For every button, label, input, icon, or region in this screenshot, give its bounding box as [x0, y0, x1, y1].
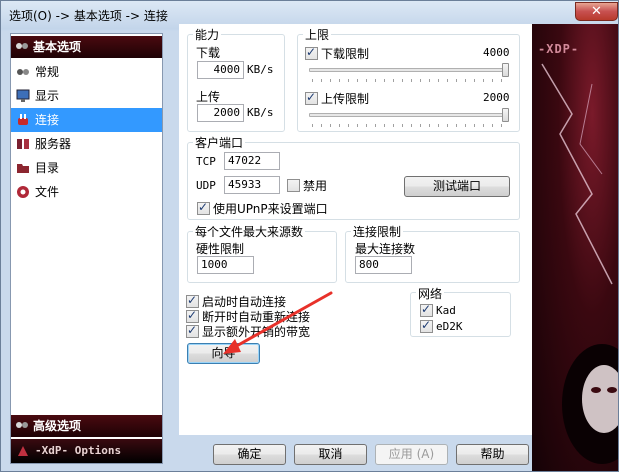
upnp-label: 使用UPnP来设置端口: [213, 202, 328, 216]
options-window: 选项(O) -> 基本选项 -> 连接 ✕ 基本选项 常规 显示 连接 服务器 …: [0, 0, 619, 472]
show-overhead-label: 显示额外开销的带宽: [202, 325, 311, 339]
sidebar-item-label: 文件: [35, 185, 60, 199]
tcp-label: TCP: [196, 155, 216, 168]
sidebar-item-file[interactable]: 文件: [11, 180, 162, 204]
upload-limit-value: 2000: [483, 91, 510, 104]
file-icon: [17, 186, 29, 198]
kad-label: Kad: [436, 304, 456, 317]
download-limit-slider-thumb[interactable]: [502, 63, 509, 77]
wizard-button[interactable]: 向导: [187, 343, 260, 364]
cancel-button[interactable]: 取消: [294, 444, 367, 465]
sidebar-item-directory[interactable]: 目录: [11, 156, 162, 180]
limits-title: 上限: [303, 26, 332, 43]
autoconnect-checkbox[interactable]: [186, 293, 199, 308]
xdp-brand-text: -XDP-: [538, 42, 580, 56]
download-limit-label: 下载限制: [321, 47, 370, 61]
ed2k-checkbox[interactable]: [420, 318, 433, 333]
upload-limit-ticks: [312, 124, 507, 127]
sidebar-item-label: 服务器: [35, 137, 72, 151]
upload-limit-slider[interactable]: [309, 113, 509, 117]
basic-options-label: 基本选项: [33, 40, 82, 54]
disable-udp-checkbox[interactable]: [287, 179, 300, 192]
lightning-face-illustration: [541, 63, 618, 464]
download-label: 下载: [196, 46, 221, 60]
advanced-options-label: 高级选项: [33, 419, 82, 433]
sidebar-item-label: 显示: [35, 89, 60, 103]
sidebar-item-display[interactable]: 显示: [11, 84, 162, 108]
basic-options-header[interactable]: 基本选项: [11, 36, 162, 58]
client-port-title: 客户端口: [193, 134, 246, 151]
download-limit-checkbox[interactable]: [305, 45, 318, 60]
sidebar-item-label: 连接: [35, 113, 60, 127]
connection-limit-title: 连接限制: [351, 223, 404, 240]
kad-checkbox[interactable]: [420, 302, 433, 317]
sidebar-item-connection[interactable]: 连接: [11, 108, 162, 132]
tcp-port-field[interactable]: 47022: [224, 152, 280, 170]
ed2k-label: eD2K: [436, 320, 463, 333]
sidebar-item-label: 常规: [35, 65, 60, 79]
max-connections-label: 最大连接数: [355, 242, 416, 256]
options-tree: 基本选项 常规 显示 连接 服务器 目录 文件 高级选项 -XdP- Optio…: [10, 33, 163, 464]
apply-button[interactable]: 应用 (A): [375, 444, 448, 465]
folder-icon: [17, 164, 29, 173]
sidebar-item-general[interactable]: 常规: [11, 60, 162, 84]
download-capacity-field[interactable]: 4000: [197, 61, 244, 79]
connection-icon: [18, 114, 28, 125]
network-title: 网络: [416, 285, 445, 302]
server-icon: [17, 139, 29, 149]
upload-limit-label: 上传限制: [321, 92, 370, 106]
xdp-options-item[interactable]: -XdP- Options: [11, 439, 162, 463]
max-connections-field[interactable]: 800: [355, 256, 412, 274]
download-limit-slider[interactable]: [309, 68, 509, 72]
window-title: 选项(O) -> 基本选项 -> 连接: [9, 9, 168, 23]
udp-port-field[interactable]: 45933: [224, 176, 280, 194]
download-limit-value: 4000: [483, 46, 510, 59]
capacity-title: 能力: [193, 26, 222, 43]
options-header-icon: [16, 43, 28, 49]
upload-label: 上传: [196, 90, 221, 104]
upload-limit-slider-thumb[interactable]: [502, 108, 509, 122]
hard-limit-field[interactable]: 1000: [197, 256, 254, 274]
download-limit-ticks: [312, 79, 507, 82]
close-button[interactable]: ✕: [575, 2, 618, 21]
xdp-decorative-art: -XDP-: [532, 24, 618, 471]
general-icon: [17, 69, 29, 75]
sidebar-item-label: 目录: [35, 161, 60, 175]
connection-settings-panel: 能力 下载 4000 KB/s 上传 2000 KB/s 上限 下载限制 400…: [179, 24, 532, 435]
xdp-options-label: -XdP- Options: [35, 444, 122, 457]
test-port-button[interactable]: 测试端口: [404, 176, 510, 197]
upload-limit-checkbox[interactable]: [305, 90, 318, 105]
upload-capacity-field[interactable]: 2000: [197, 104, 244, 122]
dialog-button-bar: 确定 取消 应用 (A) 帮助: [179, 435, 532, 471]
options-header-icon: [16, 422, 28, 428]
upnp-checkbox[interactable]: [197, 200, 210, 215]
download-unit: KB/s: [247, 63, 274, 76]
upload-unit: KB/s: [247, 106, 274, 119]
advanced-options-header[interactable]: 高级选项: [11, 415, 162, 437]
hard-limit-label: 硬性限制: [196, 242, 245, 256]
monitor-icon: [16, 89, 30, 102]
help-button[interactable]: 帮助: [456, 444, 529, 465]
disable-udp-label: 禁用: [303, 179, 328, 193]
sidebar-item-server[interactable]: 服务器: [11, 132, 162, 156]
max-sources-title: 每个文件最大来源数: [193, 223, 306, 240]
udp-label: UDP: [196, 179, 216, 192]
auto-reconnect-checkbox[interactable]: [186, 308, 199, 323]
ok-button[interactable]: 确定: [213, 444, 286, 465]
show-overhead-checkbox[interactable]: [186, 323, 199, 338]
xdp-icon: [18, 446, 28, 456]
